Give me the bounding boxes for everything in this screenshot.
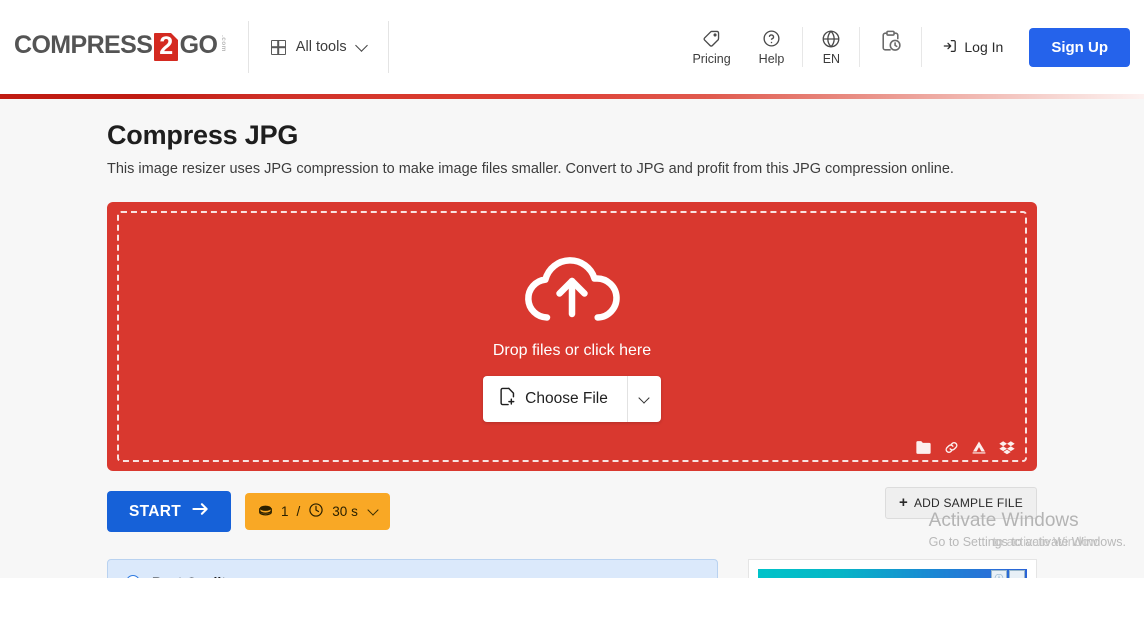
- dropzone-sources: [915, 440, 1015, 455]
- credits-count: 1: [281, 504, 289, 519]
- dropzone-center: Drop files or click here Choose File: [107, 202, 1037, 471]
- credits-badge[interactable]: 1 / 30 s: [245, 493, 390, 530]
- file-dropzone[interactable]: Drop files or click here Choose File: [107, 202, 1037, 471]
- choose-file-label: Choose File: [525, 390, 608, 407]
- globe-icon: [821, 29, 841, 49]
- header-actions: Pricing Help EN Log In Sign Up: [678, 0, 1144, 94]
- add-sample-file-button[interactable]: + ADD SAMPLE FILE: [885, 487, 1037, 519]
- credits-time: 30 s: [332, 504, 358, 519]
- page-root: COMPRESS 2 GO .com All tools Pricing Hel…: [0, 0, 1144, 640]
- start-button[interactable]: START: [107, 491, 232, 532]
- coin-icon: [258, 504, 273, 520]
- all-tools-menu[interactable]: All tools: [249, 0, 388, 94]
- dropzone-text: Drop files or click here: [492, 342, 652, 359]
- header-separator-1: [802, 27, 804, 67]
- site-logo[interactable]: COMPRESS 2 GO .com: [0, 0, 248, 94]
- main-content: Compress JPG This image resizer uses JPG…: [0, 120, 1144, 578]
- chevron-down-icon: [367, 504, 379, 516]
- header-divider-2: [387, 21, 389, 73]
- cloud-upload-icon: [520, 251, 624, 334]
- clock-icon: [308, 502, 324, 521]
- header-separator-2: [859, 27, 861, 67]
- nav-language[interactable]: EN: [807, 19, 855, 75]
- chevron-down-icon: [354, 38, 368, 52]
- question-circle-icon: [762, 29, 781, 49]
- nav-pricing-label: Pricing: [692, 51, 731, 66]
- clipboard-clock-icon: [878, 30, 903, 51]
- progress-strip: [0, 94, 1144, 99]
- tag-icon: [702, 29, 721, 49]
- site-header: COMPRESS 2 GO .com All tools Pricing Hel…: [0, 0, 1144, 94]
- tasks-button[interactable]: [864, 19, 917, 75]
- ad-panel: ⓘ ⌄: [748, 559, 1037, 578]
- action-row: START 1 / 30 s + ADD SAMPLE FILE: [107, 487, 1037, 532]
- grid-icon: [270, 39, 286, 55]
- ad-info-icon[interactable]: ⓘ: [991, 570, 1007, 578]
- page-title: Compress JPG: [107, 120, 299, 150]
- logo-suffix: .com: [219, 35, 227, 52]
- ad-banner[interactable]: ⓘ ⌄: [758, 569, 1027, 578]
- login-button[interactable]: Log In: [926, 38, 1019, 57]
- logo-part-compress: COMPRESS: [14, 31, 153, 59]
- nav-language-label: EN: [822, 51, 841, 66]
- login-arrow-icon: [942, 38, 958, 57]
- choose-file-dropdown[interactable]: [626, 376, 661, 422]
- logo-part-go: GO: [179, 31, 218, 59]
- all-tools-label: All tools: [295, 39, 347, 55]
- choose-file-button[interactable]: Choose File: [483, 376, 627, 422]
- file-add-icon: [499, 387, 516, 411]
- nav-help-label: Help: [758, 51, 785, 66]
- quality-option-best[interactable]: Best Quality: [126, 574, 699, 578]
- logo-text: COMPRESS 2 GO .com: [14, 31, 227, 61]
- google-drive-icon[interactable]: [971, 440, 987, 455]
- login-label: Log In: [964, 39, 1004, 55]
- page-subtitle: This image resizer uses JPG compression …: [107, 161, 954, 177]
- plus-icon: +: [899, 494, 908, 511]
- add-sample-file-label: ADD SAMPLE FILE: [913, 496, 1023, 510]
- header-separator-3: [921, 27, 923, 67]
- nav-pricing[interactable]: Pricing: [678, 19, 744, 75]
- ad-close-icon[interactable]: ⌄: [1009, 570, 1025, 578]
- choose-file-group: Choose File: [483, 376, 661, 422]
- logo-part-two: 2: [154, 33, 178, 61]
- quality-options-panel: Best Quality: [107, 559, 719, 578]
- radio-best-quality[interactable]: [126, 575, 140, 578]
- credits-separator: /: [296, 504, 301, 519]
- folder-icon[interactable]: [915, 440, 932, 455]
- start-label: START: [129, 502, 182, 520]
- dropbox-icon[interactable]: [999, 440, 1015, 455]
- chevron-down-icon: [638, 391, 651, 404]
- bottom-row: Best Quality ⓘ ⌄: [107, 559, 1037, 578]
- quality-option-label: Best Quality: [152, 574, 234, 578]
- arrow-right-icon: [192, 502, 209, 521]
- signup-button[interactable]: Sign Up: [1029, 27, 1130, 67]
- ad-controls: ⓘ ⌄: [991, 570, 1025, 578]
- browser-content: COMPRESS 2 GO .com All tools Pricing Hel…: [0, 0, 1144, 578]
- link-icon[interactable]: [944, 440, 959, 455]
- nav-help[interactable]: Help: [745, 19, 799, 75]
